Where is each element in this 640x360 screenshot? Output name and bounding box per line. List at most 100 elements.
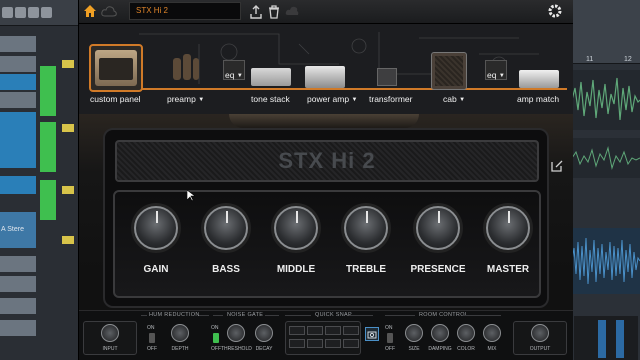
cloud-icon[interactable] bbox=[101, 6, 117, 18]
track-header[interactable] bbox=[0, 298, 36, 314]
track-flag[interactable] bbox=[62, 186, 74, 194]
track-header[interactable] bbox=[0, 320, 36, 336]
snap-slot[interactable] bbox=[307, 326, 323, 335]
master-control[interactable]: MASTER bbox=[473, 202, 543, 292]
damping-knob[interactable] bbox=[431, 324, 449, 342]
track-header[interactable] bbox=[0, 74, 36, 90]
color-knob[interactable] bbox=[457, 324, 475, 342]
track-header-selected[interactable] bbox=[0, 112, 36, 168]
treble-knob[interactable] bbox=[344, 206, 388, 250]
depth-label: DEPTH bbox=[171, 346, 189, 352]
on-label: ON bbox=[385, 325, 393, 331]
channel-fader[interactable] bbox=[616, 320, 624, 358]
camera-icon[interactable] bbox=[365, 327, 379, 341]
noise-gate-toggle[interactable] bbox=[213, 333, 219, 343]
amp-grille: STX Hi 2 bbox=[115, 140, 539, 182]
track-header[interactable] bbox=[0, 92, 36, 108]
chain-label[interactable]: eq ▼ bbox=[225, 70, 243, 80]
cab-module[interactable] bbox=[431, 52, 467, 90]
threshold-label: THRESHOLD bbox=[221, 346, 252, 352]
depth-knob[interactable] bbox=[171, 324, 189, 342]
track-header[interactable] bbox=[0, 256, 36, 272]
presence-knob[interactable] bbox=[416, 206, 460, 250]
home-icon[interactable] bbox=[83, 4, 97, 18]
section-title: ROOM CONTROL bbox=[419, 312, 469, 318]
output-knob[interactable] bbox=[531, 324, 549, 342]
snap-slot[interactable] bbox=[325, 339, 341, 348]
snap-slot[interactable] bbox=[289, 326, 305, 335]
threshold-knob[interactable] bbox=[227, 324, 245, 342]
hum-reduction-toggle[interactable] bbox=[149, 333, 155, 343]
gear-icon[interactable] bbox=[547, 3, 563, 19]
export-icon[interactable] bbox=[249, 5, 263, 19]
snap-slot[interactable] bbox=[343, 326, 359, 335]
daw-tool-icon[interactable] bbox=[15, 7, 26, 18]
middle-control[interactable]: MIDDLE bbox=[261, 202, 331, 292]
custom-panel-module[interactable] bbox=[89, 44, 143, 92]
channel-fader[interactable] bbox=[598, 320, 606, 358]
track-flag[interactable] bbox=[62, 124, 74, 132]
amp-handle bbox=[229, 114, 419, 128]
chain-label: transformer bbox=[369, 94, 413, 104]
mouse-cursor-icon bbox=[187, 190, 195, 202]
mix-knob[interactable] bbox=[483, 324, 501, 342]
chain-label[interactable]: eq ▼ bbox=[487, 70, 505, 80]
trash-icon[interactable] bbox=[267, 5, 281, 19]
audio-waveform[interactable] bbox=[572, 228, 640, 294]
snap-slot[interactable] bbox=[289, 339, 305, 348]
chain-label[interactable]: cab ▼ bbox=[443, 94, 465, 104]
track-level-meter bbox=[40, 180, 56, 220]
chain-label: custom panel bbox=[90, 94, 141, 104]
bass-knob[interactable] bbox=[204, 206, 248, 250]
daw-tool-icon[interactable] bbox=[2, 7, 13, 18]
snap-slot[interactable] bbox=[343, 339, 359, 348]
track-level-meter bbox=[40, 66, 56, 116]
daw-tool-icon[interactable] bbox=[28, 7, 39, 18]
track-header[interactable] bbox=[0, 56, 36, 72]
power-amp-module[interactable] bbox=[305, 66, 345, 88]
track-header[interactable] bbox=[0, 36, 36, 52]
snap-slot[interactable] bbox=[325, 326, 341, 335]
timeline-ruler[interactable] bbox=[572, 0, 640, 64]
track-header[interactable] bbox=[0, 176, 36, 194]
audio-waveform[interactable] bbox=[572, 70, 640, 130]
bass-control[interactable]: BASS bbox=[191, 202, 261, 292]
preset-name-field[interactable]: STX Hi 2 bbox=[129, 2, 241, 20]
room-control-toggle[interactable] bbox=[387, 333, 393, 343]
presence-control[interactable]: PRESENCE bbox=[403, 202, 473, 292]
chain-label: tone stack bbox=[251, 94, 290, 104]
tone-stack-module[interactable] bbox=[251, 68, 291, 86]
amp-plugin-window: STX Hi 2 custom panel preamp ▼ eq ▼ tone… bbox=[78, 0, 573, 360]
audio-waveform[interactable] bbox=[572, 138, 640, 178]
amp-name: STX Hi 2 bbox=[278, 148, 376, 173]
edit-icon[interactable] bbox=[551, 160, 563, 172]
output-label: OUTPUT bbox=[529, 346, 551, 352]
track-flag[interactable] bbox=[62, 236, 74, 244]
chain-label[interactable]: preamp ▼ bbox=[167, 94, 204, 104]
transformer-module[interactable] bbox=[377, 68, 397, 86]
size-knob[interactable] bbox=[405, 324, 423, 342]
master-knob[interactable] bbox=[486, 206, 530, 250]
snap-slot[interactable] bbox=[307, 339, 323, 348]
chain-label[interactable]: power amp ▼ bbox=[307, 94, 357, 104]
gain-knob[interactable] bbox=[134, 206, 178, 250]
cloud-upload-icon[interactable] bbox=[285, 5, 299, 19]
daw-tool-icon[interactable] bbox=[41, 7, 52, 18]
knob-label: BASS bbox=[212, 264, 240, 275]
input-knob[interactable] bbox=[101, 324, 119, 342]
decay-knob[interactable] bbox=[255, 324, 273, 342]
ruler-number: 12 bbox=[624, 56, 632, 63]
preamp-module[interactable] bbox=[171, 52, 199, 82]
daw-toolbar bbox=[0, 0, 78, 26]
mini-amp-icon bbox=[95, 50, 137, 86]
daw-arrange-view: 11 12 bbox=[572, 0, 640, 360]
amp-match-module[interactable] bbox=[519, 70, 559, 88]
middle-knob[interactable] bbox=[274, 206, 318, 250]
gain-control[interactable]: GAIN bbox=[121, 202, 191, 292]
track-flag[interactable] bbox=[62, 60, 74, 68]
knob-label: GAIN bbox=[143, 264, 169, 275]
section-title: NOISE GATE bbox=[227, 312, 264, 318]
track-header[interactable] bbox=[0, 276, 36, 292]
treble-control[interactable]: TREBLE bbox=[331, 202, 401, 292]
decay-label: DECAY bbox=[255, 346, 273, 352]
